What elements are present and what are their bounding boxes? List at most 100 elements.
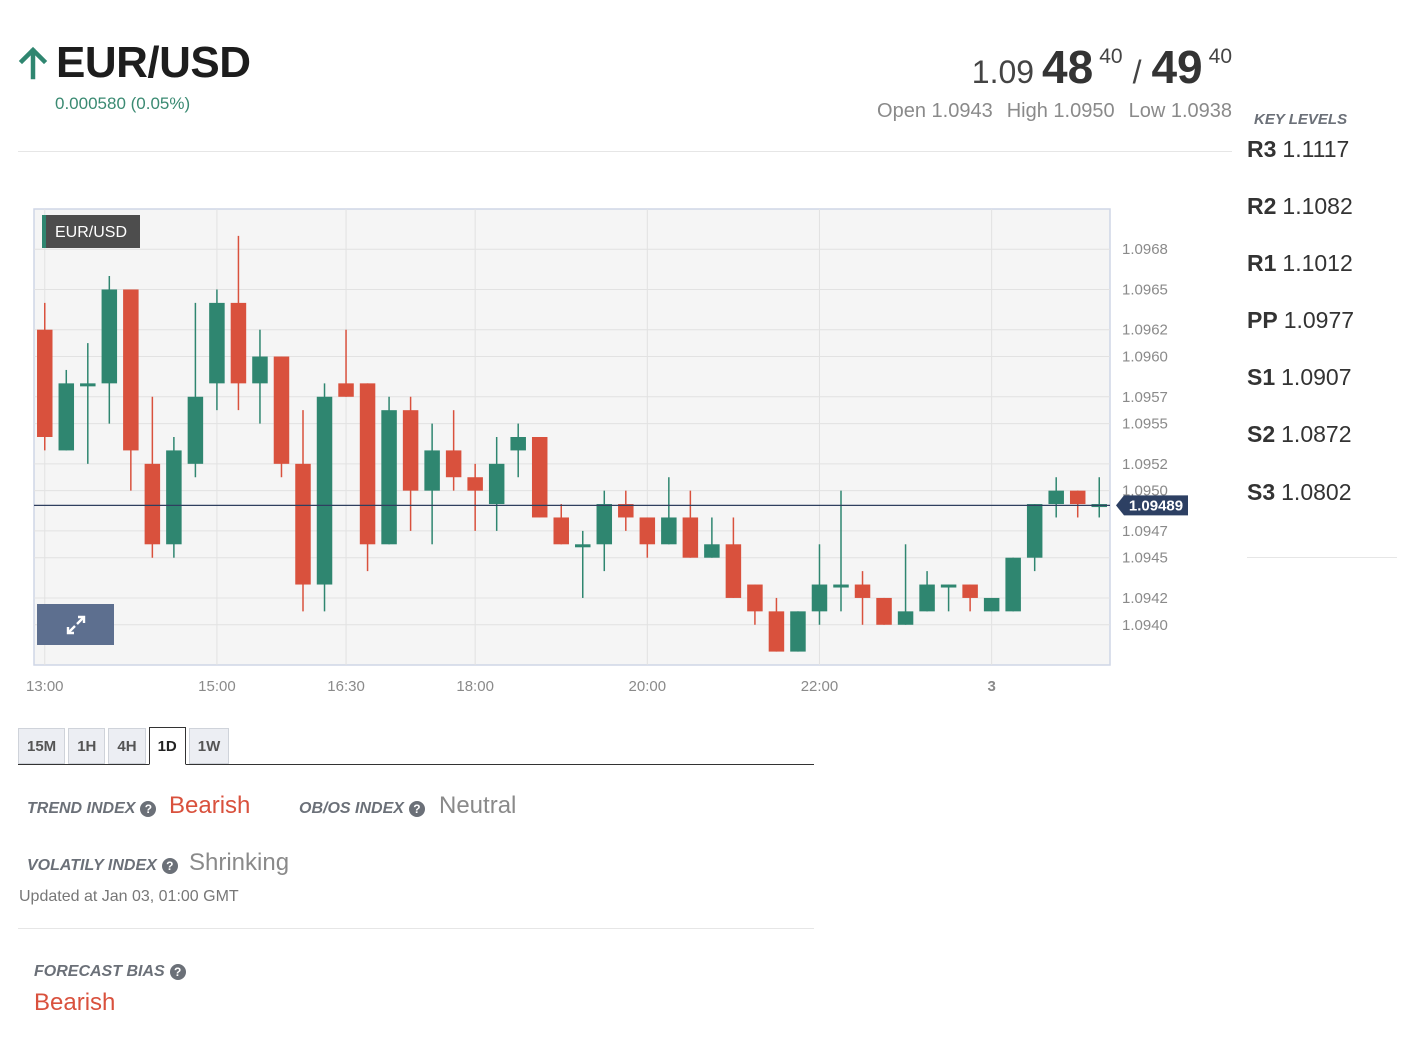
key-level-r1: R1 1.1012: [1247, 250, 1353, 277]
open-value: Open 1.0943: [877, 100, 993, 122]
candle-down: [467, 477, 483, 491]
bid-pips: 48: [1042, 41, 1094, 93]
candle-up: [1026, 504, 1043, 558]
arrow-up-icon: [18, 46, 48, 80]
candle-up: [187, 396, 204, 464]
ask-fraction: 40: [1208, 45, 1232, 68]
bid-prefix: 1.09: [971, 54, 1035, 90]
candle-up: [424, 450, 440, 491]
candle-up: [596, 504, 613, 545]
candle-down: [445, 450, 462, 478]
y-tick-label: 1.0962: [1122, 322, 1168, 339]
candle-down: [682, 517, 699, 558]
level-name: S1: [1247, 364, 1276, 390]
key-level-r2: R2 1.1082: [1247, 193, 1353, 220]
expand-chart-button[interactable]: [37, 604, 114, 645]
expand-icon: [66, 615, 85, 634]
candle-down: [144, 463, 161, 545]
price-change: 0.000580 (0.05%): [55, 94, 191, 113]
candle-up: [209, 302, 225, 384]
tab-4h[interactable]: 4H: [108, 728, 146, 764]
y-tick-label: 1.0960: [1122, 349, 1168, 366]
level-value: 1.1012: [1282, 250, 1353, 276]
help-icon[interactable]: ?: [169, 964, 186, 980]
level-name: R1: [1247, 250, 1277, 276]
candle-down: [338, 383, 354, 397]
bid-fraction: 40: [1099, 45, 1123, 68]
obos-index-value: Neutral: [439, 792, 517, 819]
candle-up: [661, 517, 677, 545]
bid-ask-quote: 1.09 48 40 / 49 40: [972, 40, 1232, 94]
trend-index-value: Bearish: [169, 792, 251, 819]
level-value: 1.1117: [1282, 136, 1350, 162]
candle-up: [811, 584, 828, 612]
level-name: R2: [1247, 193, 1277, 219]
instrument-header: EUR/USD 0.000580 (0.05%) 1.09 48 40 / 49…: [18, 30, 1232, 152]
y-tick-label: 1.0968: [1122, 241, 1168, 258]
tab-1d[interactable]: 1D: [148, 727, 186, 765]
candle-up: [897, 611, 914, 625]
x-tick-label: 22:00: [801, 678, 839, 695]
candle-down: [295, 463, 311, 585]
candle-down: [618, 504, 634, 518]
candle-down: [359, 383, 376, 545]
help-icon[interactable]: ?: [140, 801, 157, 817]
level-name: PP: [1247, 307, 1278, 333]
y-tick-label: 1.0952: [1122, 456, 1168, 473]
help-icon[interactable]: ?: [408, 801, 425, 817]
candle-down: [123, 289, 139, 451]
candle-up: [252, 356, 268, 384]
candle-down: [768, 611, 785, 652]
candle-down: [962, 584, 978, 598]
candle-up: [488, 463, 505, 505]
candle-up: [919, 584, 935, 612]
forecast-bias-value: Bearish: [34, 989, 116, 1016]
candle-down: [747, 584, 763, 612]
level-value: 1.0907: [1281, 364, 1352, 390]
y-tick-label: 1.0965: [1122, 281, 1168, 298]
level-name: R3: [1247, 136, 1277, 162]
level-name: S2: [1247, 421, 1276, 447]
price-chart[interactable]: 1.0968 1.0965 1.0962 1.0960 1.0957 1.0955 1.09…: [18, 195, 1218, 715]
level-name: S3: [1247, 479, 1276, 505]
y-tick-label: 1.0945: [1122, 550, 1168, 567]
x-tick-label: 16:30: [327, 678, 365, 695]
candle-up: [833, 584, 849, 588]
low-value: Low 1.0938: [1128, 100, 1232, 122]
candle-up: [940, 584, 957, 588]
tab-1w[interactable]: 1W: [188, 728, 230, 764]
candle-down: [37, 329, 53, 437]
forecast-bias-text: FORECAST BIAS: [34, 963, 165, 980]
x-tick-label: 13:00: [26, 678, 64, 695]
candle-up: [704, 544, 720, 558]
candlestick-chart[interactable]: 1.0968 1.0965 1.0962 1.0960 1.0957 1.0955 1.09…: [18, 195, 1218, 715]
candle-down: [876, 597, 892, 625]
key-level-r3: R3 1.1117: [1247, 136, 1349, 163]
updated-timestamp: Updated at Jan 03, 01:00 GMT: [19, 888, 239, 905]
candle-up: [510, 437, 526, 451]
volatility-index-value: Shrinking: [189, 849, 290, 876]
trend-index-label: TREND INDEX ?: [27, 800, 157, 818]
y-tick-label: 1.0942: [1122, 590, 1168, 607]
timeframe-tabs: 15M 1H 4H 1D 1W: [18, 727, 814, 765]
level-value: 1.0802: [1281, 479, 1352, 505]
candle-down: [553, 517, 569, 545]
pair-title-row: EUR/USD: [18, 38, 251, 88]
candle-up: [1048, 490, 1064, 505]
symbol-label: EUR/USD: [55, 224, 127, 241]
candle-up: [983, 597, 1000, 612]
candle-up: [790, 611, 806, 652]
candle-up: [1005, 557, 1021, 612]
key-level-pp: PP 1.0977: [1247, 307, 1354, 334]
candle-up: [575, 544, 591, 548]
candle-up: [381, 410, 397, 545]
high-value: High 1.0950: [1006, 100, 1115, 122]
level-value: 1.0872: [1281, 421, 1352, 447]
candle-down: [230, 302, 247, 384]
volatility-index-label: VOLATILY INDEX ?: [27, 857, 178, 875]
tab-15m[interactable]: 15M: [18, 728, 66, 764]
tab-1h[interactable]: 1H: [68, 728, 106, 764]
current-price-label: 1.09489: [1129, 497, 1183, 514]
help-icon[interactable]: ?: [161, 858, 178, 874]
obos-index-label: OB/OS INDEX ?: [299, 800, 425, 818]
